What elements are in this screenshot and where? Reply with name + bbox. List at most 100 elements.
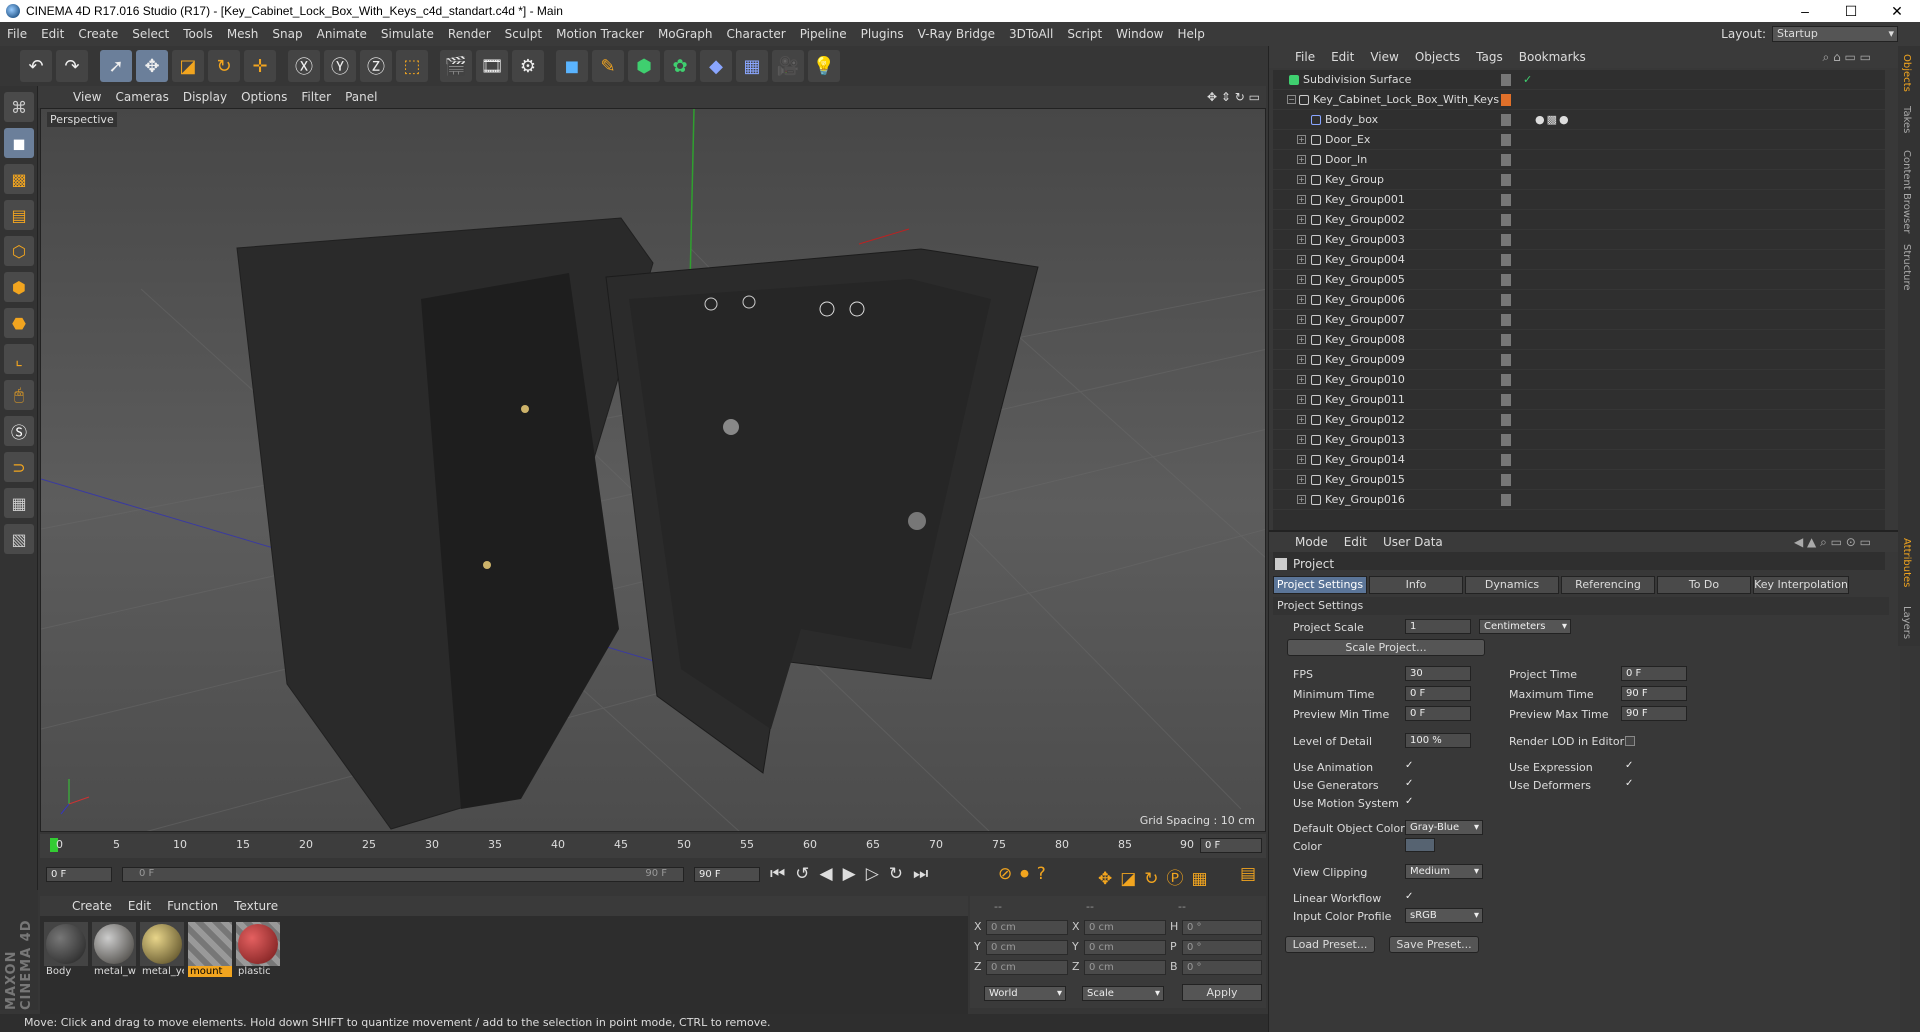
viewport-menu-panel[interactable]: Panel: [338, 90, 384, 104]
3d-viewport[interactable]: Perspective Grid Spacing : 10 cm: [40, 108, 1266, 832]
side-tab-attributes[interactable]: Attributes: [1901, 538, 1912, 587]
minimum-time-field[interactable]: 0 F: [1405, 686, 1471, 701]
coordinate-system-icon[interactable]: ⬚: [396, 50, 428, 82]
material-menu-function[interactable]: Function: [159, 899, 226, 913]
spline-pen-icon[interactable]: ✎: [592, 50, 624, 82]
object-row[interactable]: + Door_Ex: [1273, 130, 1885, 150]
visibility-toggle[interactable]: [1501, 434, 1511, 446]
expand-toggle[interactable]: +: [1297, 135, 1306, 144]
default-object-color-dropdown[interactable]: Gray-Blue: [1405, 820, 1483, 835]
axis-mode-icon[interactable]: ⌞: [4, 344, 34, 374]
visibility-toggle[interactable]: [1501, 354, 1511, 366]
expand-toggle[interactable]: +: [1297, 415, 1306, 424]
menu-snap[interactable]: Snap: [265, 27, 309, 41]
expand-toggle[interactable]: −: [1287, 95, 1296, 104]
current-frame-field[interactable]: 0 F: [1200, 838, 1262, 853]
menu-file[interactable]: File: [0, 27, 34, 41]
y-axis-lock-icon[interactable]: Ⓨ: [324, 50, 356, 82]
use-animation-checkbox[interactable]: ✓: [1405, 761, 1415, 771]
expand-toggle[interactable]: +: [1297, 235, 1306, 244]
move-axis-icon[interactable]: ✛: [244, 50, 276, 82]
polygons-mode-icon[interactable]: ⬣: [4, 308, 34, 338]
object-row[interactable]: + Key_Group007: [1273, 310, 1885, 330]
viewport-menu-options[interactable]: Options: [234, 90, 294, 104]
visibility-toggle[interactable]: [1501, 114, 1511, 126]
om-menu-file[interactable]: File: [1287, 50, 1323, 64]
render-view-icon[interactable]: 🎬: [440, 50, 472, 82]
visibility-toggle[interactable]: [1501, 474, 1511, 486]
object-row[interactable]: + Key_Group013: [1273, 430, 1885, 450]
visibility-toggle[interactable]: [1501, 234, 1511, 246]
object-row[interactable]: + Key_Group016: [1273, 490, 1885, 510]
visibility-toggle[interactable]: [1501, 194, 1511, 206]
object-row[interactable]: + Key_Group003: [1273, 230, 1885, 250]
material-swatch[interactable]: Body: [44, 922, 88, 1010]
timeline-layout-icon[interactable]: ▤: [1240, 864, 1256, 884]
tab-key-interpolation[interactable]: Key Interpolation: [1753, 576, 1849, 594]
visibility-toggle[interactable]: [1501, 154, 1511, 166]
position-y-field[interactable]: 0 cm: [986, 940, 1068, 955]
material-swatch[interactable]: metal_w: [92, 922, 136, 1010]
linear-workflow-checkbox[interactable]: ✓: [1405, 892, 1415, 902]
load-preset-button[interactable]: Load Preset...: [1285, 936, 1375, 953]
scale-project-button[interactable]: Scale Project...: [1287, 639, 1485, 656]
menu-edit[interactable]: Edit: [34, 27, 71, 41]
view-clipping-dropdown[interactable]: Medium: [1405, 864, 1483, 879]
object-row[interactable]: + Key_Group006: [1273, 290, 1885, 310]
use-expression-checkbox[interactable]: ✓: [1625, 761, 1635, 771]
menu-select[interactable]: Select: [125, 27, 176, 41]
expand-toggle[interactable]: +: [1297, 435, 1306, 444]
visibility-toggle[interactable]: [1501, 314, 1511, 326]
coords-space-dropdown[interactable]: World: [984, 986, 1066, 1001]
visibility-toggle[interactable]: [1501, 294, 1511, 306]
project-scale-field[interactable]: 1: [1405, 619, 1471, 634]
material-menu-edit[interactable]: Edit: [120, 899, 159, 913]
timeline-ruler[interactable]: 0 5 10 15 20 25 30 35 40 45 50 55 60 65 …: [40, 834, 1266, 858]
camera-icon[interactable]: 🎥: [772, 50, 804, 82]
visibility-toggle[interactable]: [1501, 74, 1511, 86]
visibility-toggle[interactable]: [1501, 254, 1511, 266]
make-editable-icon[interactable]: ⌘: [4, 92, 34, 122]
rotation-h-field[interactable]: 0 °: [1182, 920, 1262, 935]
menu-sculpt[interactable]: Sculpt: [498, 27, 549, 41]
size-y-field[interactable]: 0 cm: [1084, 940, 1166, 955]
move-tool-icon[interactable]: ✥: [136, 50, 168, 82]
menu-simulate[interactable]: Simulate: [374, 27, 441, 41]
visibility-toggle[interactable]: [1501, 394, 1511, 406]
floor-icon[interactable]: ▦: [736, 50, 768, 82]
object-row[interactable]: + Key_Group015: [1273, 470, 1885, 490]
object-row[interactable]: + Key_Group014: [1273, 450, 1885, 470]
record-controls[interactable]: ⊘⏺?: [998, 864, 1054, 884]
tweak-mode-icon[interactable]: 🖱: [4, 380, 34, 410]
expand-toggle[interactable]: +: [1297, 315, 1306, 324]
viewport-menu-display[interactable]: Display: [176, 90, 234, 104]
apply-button[interactable]: Apply: [1182, 984, 1262, 1001]
visibility-toggle[interactable]: [1501, 454, 1511, 466]
menu-tools[interactable]: Tools: [176, 27, 220, 41]
expand-toggle[interactable]: +: [1297, 475, 1306, 484]
save-preset-button[interactable]: Save Preset...: [1389, 936, 1479, 953]
side-tab-structure[interactable]: Structure: [1901, 244, 1912, 291]
visibility-toggle[interactable]: [1501, 274, 1511, 286]
expand-toggle[interactable]: +: [1297, 335, 1306, 344]
level-of-detail-field[interactable]: 100 %: [1405, 733, 1471, 748]
close-button[interactable]: ✕: [1874, 0, 1920, 22]
visibility-toggle[interactable]: [1501, 494, 1511, 506]
x-axis-lock-icon[interactable]: Ⓧ: [288, 50, 320, 82]
expand-toggle[interactable]: +: [1297, 255, 1306, 264]
z-axis-lock-icon[interactable]: Ⓩ: [360, 50, 392, 82]
side-tab-content-browser[interactable]: Content Browser: [1901, 150, 1912, 233]
side-tab-objects[interactable]: Objects: [1901, 54, 1912, 92]
preview-min-field[interactable]: 0 F: [1405, 706, 1471, 721]
tab-to-do[interactable]: To Do: [1657, 576, 1751, 594]
render-settings-icon[interactable]: ⚙: [512, 50, 544, 82]
expand-toggle[interactable]: +: [1297, 495, 1306, 504]
input-color-profile-dropdown[interactable]: sRGB: [1405, 908, 1483, 923]
scale-tool-icon[interactable]: ◪: [172, 50, 204, 82]
menu-mograph[interactable]: MoGraph: [651, 27, 720, 41]
expand-toggle[interactable]: +: [1297, 395, 1306, 404]
object-row[interactable]: Subdivision Surface ✓: [1273, 70, 1885, 90]
menu-render[interactable]: Render: [441, 27, 498, 41]
menu-vray-bridge[interactable]: V-Ray Bridge: [911, 27, 1002, 41]
visibility-toggle[interactable]: [1501, 174, 1511, 186]
